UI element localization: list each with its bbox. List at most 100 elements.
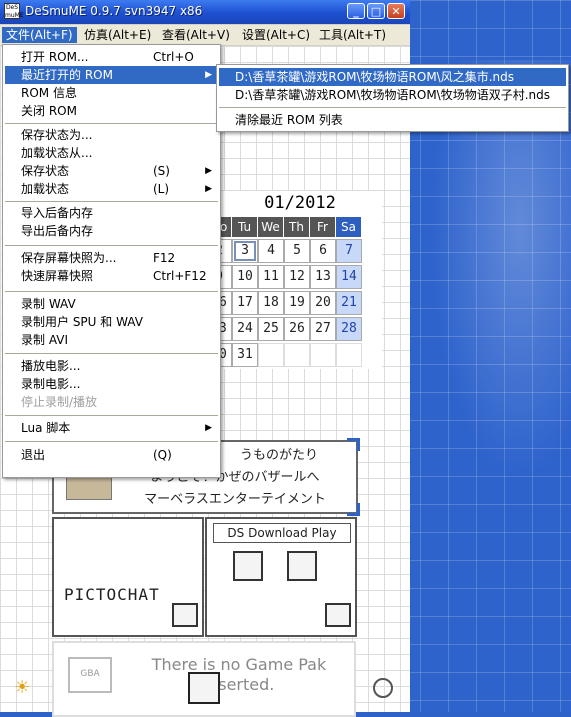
menu-item-save-screenshot-as[interactable]: 保存屏幕快照为... F12 <box>5 249 218 267</box>
menu-item-label: 录制电影... <box>21 377 81 391</box>
calendar-day[interactable]: 6 <box>310 239 336 263</box>
menu-separator <box>219 107 566 108</box>
menu-item-save-state-as[interactable]: 保存状态为... <box>5 126 218 144</box>
selection-corner <box>347 438 360 451</box>
menu-item-stop-record-play[interactable]: 停止录制/播放 <box>5 393 218 411</box>
menu-item-label: 关闭 ROM <box>21 104 77 118</box>
calendar-day[interactable]: 5 <box>284 239 310 263</box>
menu-item-shortcut: (Q) <box>153 448 172 462</box>
weekday-saturday: Sa <box>336 217 361 237</box>
menu-item-shortcut: (S) <box>153 164 170 178</box>
download-play-label: DS Download Play <box>213 523 351 543</box>
calendar-day[interactable]: 7 <box>336 239 362 263</box>
menu-item-load-state[interactable]: 加载状态 (L) ▶ <box>5 180 218 198</box>
minimize-button[interactable]: _ <box>347 3 365 19</box>
ds-icon <box>325 603 351 627</box>
menu-item-record-movie[interactable]: 录制电影... <box>5 375 218 393</box>
calendar-day[interactable]: 3 <box>232 239 258 263</box>
menu-file[interactable]: 文件(Alt+F) <box>2 27 77 43</box>
close-button[interactable]: ✕ <box>387 3 405 19</box>
menu-item-save-state[interactable]: 保存状态 (S) ▶ <box>5 162 218 180</box>
menu-item-label: 录制 WAV <box>21 297 76 311</box>
calendar-day[interactable]: 10 <box>232 265 258 289</box>
menu-item-shortcut: F12 <box>153 251 176 265</box>
menu-item-label: 加载状态从... <box>21 146 93 160</box>
menu-item-load-state-from[interactable]: 加载状态从... <box>5 144 218 162</box>
alarm-clock-icon[interactable] <box>373 678 393 698</box>
calendar-day[interactable]: 19 <box>284 291 310 315</box>
calendar-day[interactable]: 17 <box>232 291 258 315</box>
menu-item-label: 录制 AVI <box>21 333 69 347</box>
calendar-day[interactable]: 25 <box>258 317 284 341</box>
download-play-tile[interactable]: DS Download Play <box>205 517 357 637</box>
calendar-day[interactable]: 4 <box>258 239 284 263</box>
calendar-day[interactable]: 13 <box>310 265 336 289</box>
menu-item-label: 录制用户 SPU 和 WAV <box>21 315 143 329</box>
calendar-day[interactable]: 26 <box>284 317 310 341</box>
menu-item-label: 最近打开的 ROM <box>21 68 113 82</box>
menu-item-export-backup[interactable]: 导出后备内存 <box>5 222 218 240</box>
calendar-empty-cell <box>310 343 336 367</box>
menu-item-label: ROM 信息 <box>21 86 77 100</box>
calendar-weekdays: Mo Tu We Th Fr Sa <box>196 217 382 237</box>
menu-item-quick-screenshot[interactable]: 快速屏幕快照 Ctrl+F12 <box>5 267 218 285</box>
menu-separator <box>5 415 218 416</box>
clear-recent-roms[interactable]: 清除最近 ROM 列表 <box>219 111 566 129</box>
menu-item-rom-info[interactable]: ROM 信息 <box>5 84 218 102</box>
menu-tools[interactable]: 工具(Alt+T) <box>315 27 390 43</box>
calendar-empty-cell <box>336 343 362 367</box>
ds-settings-icon[interactable] <box>188 672 220 704</box>
calendar-month: 01/2012 <box>218 191 382 215</box>
selection-corner <box>347 503 360 516</box>
calendar-day[interactable]: 11 <box>258 265 284 289</box>
calendar-day[interactable]: 14 <box>336 265 362 289</box>
weekday: Th <box>284 217 309 237</box>
calendar-day[interactable]: 20 <box>310 291 336 315</box>
calendar-day[interactable]: 28 <box>336 317 362 341</box>
menu-item-open-rom[interactable]: 打开 ROM... Ctrl+O <box>5 48 218 66</box>
menu-emulation[interactable]: 仿真(Alt+E) <box>80 27 155 43</box>
banner-publisher: マーベラスエンターテイメント <box>144 492 326 507</box>
recent-rom-item[interactable]: D:\香草茶罐\游戏ROM\牧场物语ROM\风之集市.nds <box>219 68 566 86</box>
menu-item-close-rom[interactable]: 关闭 ROM <box>5 102 218 120</box>
menu-item-play-movie[interactable]: 播放电影... <box>5 357 218 375</box>
file-menu-dropdown: 打开 ROM... Ctrl+O 最近打开的 ROM ▶ ROM 信息 关闭 ROM 保存状… <box>2 44 221 478</box>
clear-recent-label: 清除最近 ROM 列表 <box>235 113 343 127</box>
menu-item-label: 播放电影... <box>21 359 81 373</box>
menu-item-label: Lua 脚本 <box>21 421 71 435</box>
calendar-day[interactable]: 27 <box>310 317 336 341</box>
window-title: DeSmuME 0.9.7 svn3947 x86 <box>25 4 203 18</box>
maximize-button[interactable]: □ <box>367 3 385 19</box>
menu-view[interactable]: 查看(Alt+V) <box>158 27 234 43</box>
pictochat-tile[interactable]: PICTOCHAT <box>52 517 204 637</box>
menu-item-recent-rom[interactable]: 最近打开的 ROM ▶ <box>5 66 218 84</box>
menu-settings[interactable]: 设置(Alt+C) <box>238 27 314 43</box>
menu-item-import-backup[interactable]: 导入后备内存 <box>5 204 218 222</box>
menu-item-record-avi[interactable]: 录制 AVI <box>5 331 218 349</box>
menu-item-label: 导入后备内存 <box>21 206 94 220</box>
calendar-day[interactable]: 31 <box>232 343 258 367</box>
brightness-sun-icon[interactable]: ☀ <box>14 677 30 698</box>
menu-item-exit[interactable]: 退出 (Q) <box>5 446 218 464</box>
submenu-arrow-icon: ▶ <box>205 166 212 176</box>
submenu-arrow-icon: ▶ <box>205 423 212 433</box>
submenu-arrow-icon: ▶ <box>205 70 212 80</box>
weekday: Tu <box>232 217 257 237</box>
calendar-empty-cell <box>258 343 284 367</box>
menu-item-record-wav[interactable]: 录制 WAV <box>5 295 218 313</box>
calendar-empty-cell <box>284 343 310 367</box>
calendar-day[interactable]: 12 <box>284 265 310 289</box>
recent-rom-item[interactable]: D:\香草茶罐\游戏ROM\牧场物语ROM\牧场物语双子村.nds <box>219 86 566 104</box>
menu-bar: 文件(Alt+F) 仿真(Alt+E) 查看(Alt+V) 设置(Alt+C) … <box>0 25 410 45</box>
menu-separator <box>5 201 218 202</box>
title-bar[interactable]: DeS muME DeSmuME 0.9.7 svn3947 x86 _ □ ✕ <box>0 0 410 24</box>
calendar-day[interactable]: 21 <box>336 291 362 315</box>
recent-rom-submenu: D:\香草茶罐\游戏ROM\牧场物语ROM\风之集市.nds D:\香草茶罐\游… <box>216 64 569 132</box>
bottom-toolbar: ☀ <box>0 668 410 708</box>
menu-item-record-spu-wav[interactable]: 录制用户 SPU 和 WAV <box>5 313 218 331</box>
weekday: We <box>258 217 283 237</box>
calendar-day[interactable]: 24 <box>232 317 258 341</box>
app-icon: DeS muME <box>4 3 24 19</box>
menu-item-lua-script[interactable]: Lua 脚本 ▶ <box>5 419 218 437</box>
calendar-day[interactable]: 18 <box>258 291 284 315</box>
